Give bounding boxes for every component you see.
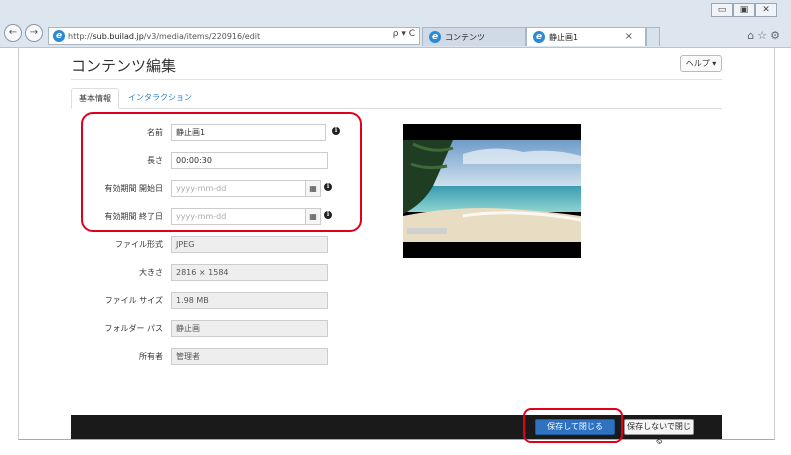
window-controls: ▭ ▣ ✕ <box>711 3 777 17</box>
url-host: sub.builad.jp <box>92 31 144 41</box>
tab-close-icon[interactable]: × <box>625 31 633 42</box>
ie-tab-icon: e <box>533 31 545 43</box>
browser-tab-still-image[interactable]: e 静止画1 × <box>526 27 646 46</box>
size-label: 大きさ <box>139 268 163 277</box>
image-preview <box>403 124 581 258</box>
size-value: 2816 × 1584 <box>171 264 328 281</box>
file-size-value: 1.98 MB <box>171 292 328 309</box>
page-title: コンテンツ編集 <box>71 57 177 75</box>
owner-value: 管理者 <box>171 348 328 365</box>
address-bar[interactable]: e http://sub.builad.jp/v3/media/items/22… <box>48 27 420 45</box>
back-icon[interactable]: ← <box>4 24 22 42</box>
forward-icon[interactable]: → <box>25 24 43 42</box>
highlight-save-button <box>523 408 623 443</box>
ie-page-icon: e <box>53 30 65 42</box>
browser-tab-label: コンテンツ <box>445 32 485 42</box>
folder-path-value: 静止画 <box>171 320 328 337</box>
address-url: http://sub.builad.jp/v3/media/items/2209… <box>68 32 260 41</box>
tab-interaction[interactable]: インタラクション <box>121 88 199 109</box>
beach-image <box>403 124 581 258</box>
maximize-button[interactable]: ▣ <box>733 3 755 17</box>
title-divider <box>71 79 722 80</box>
footer-action-bar: 保存して閉じる 保存しないで閉じる <box>71 415 722 445</box>
home-favorites-tools-icons[interactable]: ⌂☆⚙ <box>747 29 783 42</box>
owner-label: 所有者 <box>139 352 163 361</box>
browser-tab-contents[interactable]: e コンテンツ <box>422 27 526 46</box>
highlight-editable-fields <box>81 112 362 232</box>
browser-chrome: ▭ ▣ ✕ ← → e http://sub.builad.jp/v3/medi… <box>0 0 791 48</box>
close-without-save-button[interactable]: 保存しないで閉じる <box>624 419 694 445</box>
page-content: コンテンツ編集 ヘルプ ▾ 基本情報 インタラクション 名前 静止画1 i 長さ… <box>18 48 775 445</box>
folder-path-label: フォルダー パス <box>104 324 163 333</box>
content-tabs: 基本情報 インタラクション <box>71 88 722 109</box>
file-size-label: ファイル サイズ <box>104 296 163 305</box>
search-refresh-icon[interactable]: ρ ▾ C <box>393 29 415 39</box>
browser-tab-label: 静止画1 <box>549 32 579 42</box>
minimize-button[interactable]: ▭ <box>711 3 733 17</box>
file-format-label: ファイル形式 <box>115 240 163 249</box>
file-format-value: JPEG <box>171 236 328 253</box>
help-button[interactable]: ヘルプ ▾ <box>680 55 722 72</box>
url-prefix: http:// <box>68 31 93 41</box>
url-path: /v3/media/items/220916/edit <box>143 31 261 41</box>
new-tab-button[interactable] <box>646 27 660 46</box>
close-window-button[interactable]: ✕ <box>755 3 777 17</box>
ie-tab-icon: e <box>429 31 441 43</box>
tab-basic-info[interactable]: 基本情報 <box>71 88 119 109</box>
